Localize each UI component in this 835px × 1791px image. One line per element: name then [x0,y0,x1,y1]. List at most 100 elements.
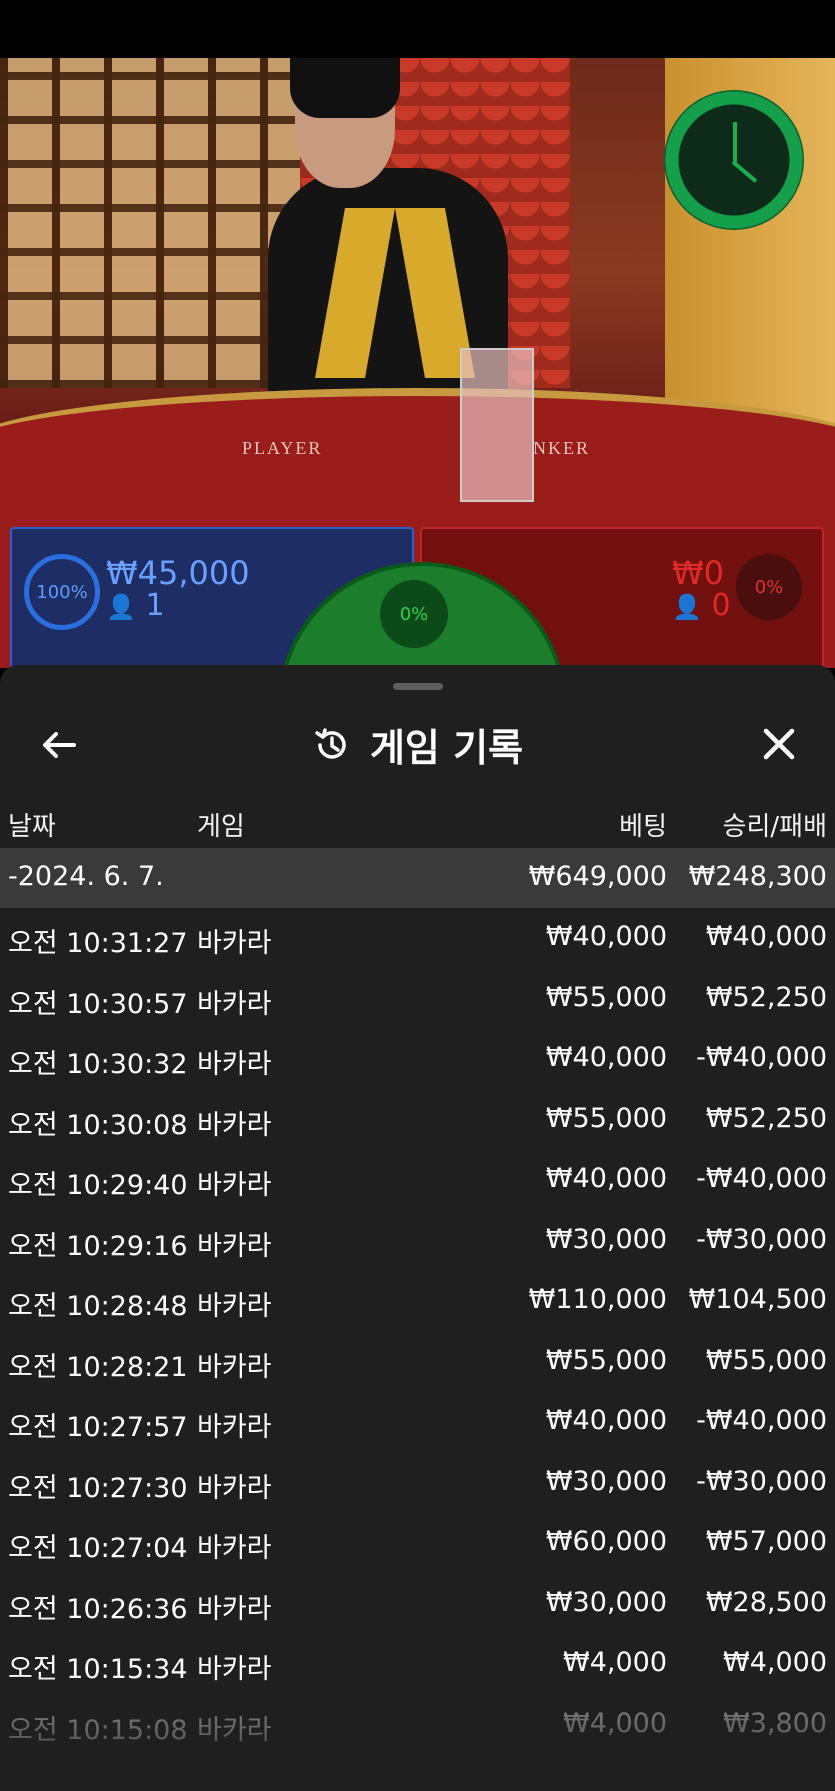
history-row[interactable]: 오전 10:30:32 바카라 ₩40,000 -₩40,000 [0,1029,835,1090]
history-row[interactable]: 오전 10:31:27 바카라 ₩40,000 ₩40,000 [0,908,835,969]
history-row[interactable]: 오전 10:15:34 바카라 ₩4,000 ₩4,000 [0,1634,835,1695]
history-bet: ₩60,000 [545,1526,667,1557]
history-bet: ₩55,000 [545,1102,667,1134]
close-icon[interactable] [756,721,802,767]
history-row[interactable]: 오전 10:15:08 바카라 ₩4,000 ₩3,800 [0,1695,835,1756]
history-date: 오전 10:15:34 [8,1654,188,1685]
history-date: 오전 10:15:08 [8,1714,188,1746]
date-summary-row[interactable]: -2024. 6. 7. ₩649,000 ₩248,300 [0,848,835,908]
history-game: 바카라 [197,1291,272,1322]
history-game: 바카라 [197,1533,272,1564]
history-result: -₩30,000 [696,1465,827,1497]
history-date: 오전 10:28:48 [8,1291,188,1322]
history-row[interactable]: 오전 10:27:30 바카라 ₩30,000 -₩30,000 [0,1453,835,1514]
history-bet: ₩110,000 [528,1284,667,1315]
history-date: 오전 10:30:57 [8,988,188,1020]
history-bet: ₩30,000 [545,1465,667,1497]
history-bet: ₩40,000 [545,1163,667,1194]
column-header-date: 날짜 [8,812,56,842]
history-date: 오전 10:28:21 [8,1351,188,1383]
history-game: 바카라 [197,1351,272,1383]
column-headers: 날짜 게임 베팅 승리/패배 [0,798,835,848]
history-bet: ₩55,000 [545,981,667,1013]
history-bet: ₩55,000 [545,1344,667,1376]
history-game: 바카라 [197,928,272,959]
history-result: ₩4,000 [723,1647,827,1678]
card-shoe [460,348,534,502]
history-result: ₩104,500 [688,1284,827,1315]
history-date: 오전 10:27:04 [8,1533,188,1564]
player-bettor-count: 👤 1 [106,588,165,623]
history-result: ₩52,250 [705,981,827,1013]
history-result: -₩30,000 [696,1223,827,1255]
history-game: 바카라 [197,1472,272,1504]
history-date: 오전 10:27:30 [8,1472,188,1504]
history-bet: ₩4,000 [563,1647,667,1678]
person-icon: 👤 [106,593,136,621]
player-percent-ring: 100% [24,554,100,630]
history-date: 오전 10:27:57 [8,1412,188,1443]
dealer-hair [290,58,400,118]
summary-date: -2024. 6. 7. [8,861,164,892]
history-game: 바카라 [197,1714,272,1746]
player-bet-amount: ₩45,000 [106,554,250,592]
history-row[interactable]: 오전 10:29:40 바카라 ₩40,000 -₩40,000 [0,1150,835,1211]
history-date: 오전 10:29:16 [8,1230,188,1262]
column-header-result: 승리/패배 [722,812,827,842]
banker-bettor-count: 👤 0 [672,588,731,623]
history-date: 오전 10:30:08 [8,1109,188,1141]
history-bet: ₩4,000 [563,1707,667,1739]
drag-handle[interactable] [393,683,443,690]
timer-hand-icon [733,122,737,162]
column-header-game: 게임 [197,812,245,842]
summary-bet-total: ₩649,000 [528,861,667,892]
player-bettor-count-value: 1 [145,588,165,623]
history-date: 오전 10:29:40 [8,1170,188,1201]
history-bet: ₩40,000 [545,921,667,952]
banker-bet-amount: ₩0 [672,554,724,592]
history-row[interactable]: 오전 10:28:21 바카라 ₩55,000 ₩55,000 [0,1332,835,1393]
status-bar [0,0,835,58]
history-row[interactable]: 오전 10:26:36 바카라 ₩30,000 ₩28,500 [0,1574,835,1635]
sheet-title: 게임 기록 [369,726,524,770]
history-result: -₩40,000 [696,1405,827,1436]
history-game: 바카라 [197,988,272,1020]
column-header-bet: 베팅 [619,812,667,842]
history-result: ₩40,000 [705,921,827,952]
sheet-header: 게임 기록 [0,695,835,795]
history-bet: ₩40,000 [545,1042,667,1073]
history-game: 바카라 [197,1230,272,1262]
history-date: 오전 10:26:36 [8,1593,188,1625]
tie-percent-ring: 0% [380,580,448,648]
sheet-title-group: 게임 기록 [0,717,835,772]
summary-result-total: ₩248,300 [688,861,827,892]
banker-percent-ring: 0% [736,554,802,620]
banker-bettor-count-value: 0 [711,588,731,623]
history-row[interactable]: 오전 10:27:04 바카라 ₩60,000 ₩57,000 [0,1513,835,1574]
history-result: -₩40,000 [696,1042,827,1073]
history-list: 오전 10:31:27 바카라 ₩40,000 ₩40,000 오전 10:30:57 바… [0,908,835,1755]
history-game: 바카라 [197,1170,272,1201]
history-game: 바카라 [197,1593,272,1625]
history-bet: ₩30,000 [545,1586,667,1618]
history-row[interactable]: 오전 10:29:16 바카라 ₩30,000 -₩30,000 [0,1211,835,1272]
history-row[interactable]: 오전 10:28:48 바카라 ₩110,000 ₩104,500 [0,1271,835,1332]
history-date: 오전 10:31:27 [8,928,188,959]
history-result: ₩28,500 [705,1586,827,1618]
history-row[interactable]: 오전 10:27:57 바카라 ₩40,000 -₩40,000 [0,1392,835,1453]
history-icon [312,725,352,765]
person-icon: 👤 [672,593,702,621]
history-result: -₩40,000 [696,1163,827,1194]
history-row[interactable]: 오전 10:30:08 바카라 ₩55,000 ₩52,250 [0,1090,835,1151]
history-result: ₩55,000 [705,1344,827,1376]
history-date: 오전 10:30:32 [8,1049,188,1080]
table-label-banker: NKER [533,438,590,458]
history-result: ₩57,000 [705,1526,827,1557]
history-row[interactable]: 오전 10:30:57 바카라 ₩55,000 ₩52,250 [0,969,835,1030]
history-game: 바카라 [197,1654,272,1685]
history-game: 바카라 [197,1049,272,1080]
history-result: ₩3,800 [723,1707,827,1739]
table-label-player: PLAYER [242,438,323,458]
history-result: ₩52,250 [705,1102,827,1134]
history-game: 바카라 [197,1412,272,1443]
